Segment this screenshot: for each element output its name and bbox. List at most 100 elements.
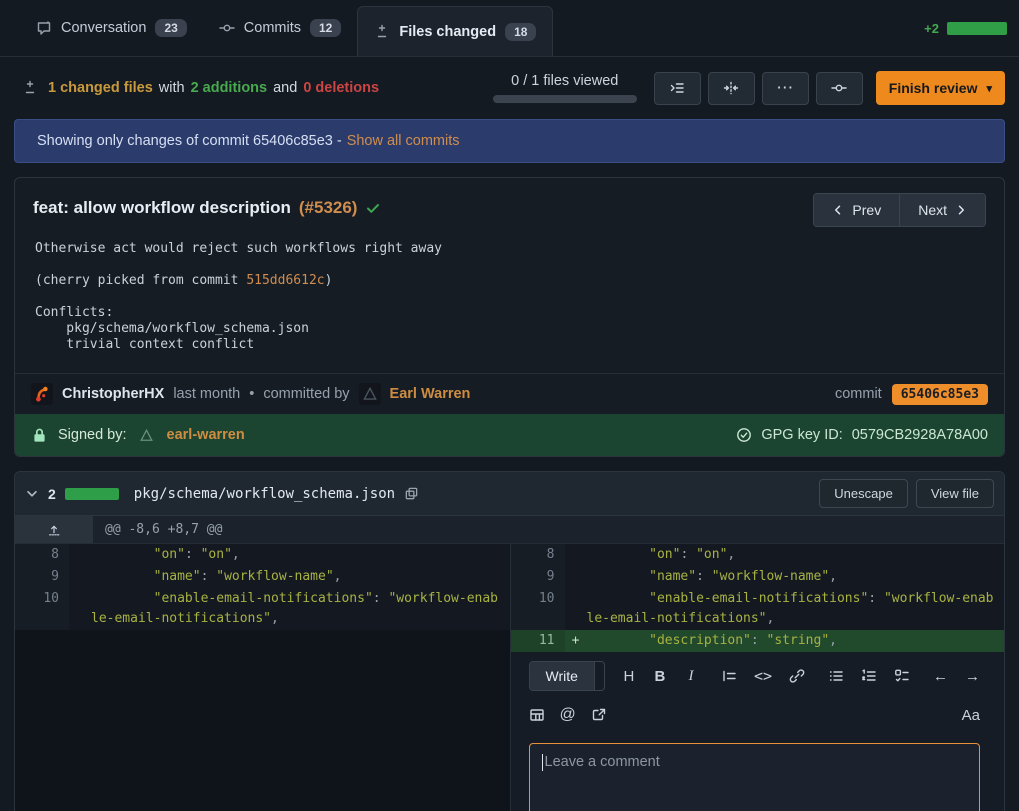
diff-line-context: 9 "name": "workflow-name", xyxy=(15,566,510,588)
tab-count-badge: 12 xyxy=(310,19,341,37)
author-name-link[interactable]: ChristopherHX xyxy=(62,386,164,402)
indent-arrow-icon[interactable]: → xyxy=(965,668,980,685)
code-icon[interactable]: <> xyxy=(754,667,772,685)
comment-placeholder: Leave a comment xyxy=(545,754,660,770)
code-text: "enable-email-notifications": "workflow-… xyxy=(91,588,510,630)
code-text xyxy=(91,630,510,652)
table-icon[interactable] xyxy=(529,707,545,723)
show-all-commits-link[interactable]: Show all commits xyxy=(347,133,460,149)
unescape-button[interactable]: Unescape xyxy=(819,479,908,508)
tab-commits[interactable]: Commits 12 xyxy=(203,0,358,56)
diff-line-context: 8 "on": "on", xyxy=(15,544,510,566)
files-viewed-label: 0 / 1 files viewed xyxy=(493,73,637,89)
committed-by-label: committed by xyxy=(263,386,349,402)
file-tree-toggle-button[interactable] xyxy=(654,72,701,105)
cherry-pick-commit-link[interactable]: 515dd6612c xyxy=(246,273,324,288)
changed-files-link[interactable]: 1 changed files xyxy=(48,80,153,96)
code-text: "on": "on", xyxy=(587,544,1005,566)
tab-count-badge: 23 xyxy=(155,19,186,37)
committer-avatar[interactable] xyxy=(359,383,381,405)
line-number[interactable]: 10 xyxy=(15,588,69,630)
line-number[interactable]: 9 xyxy=(15,566,69,588)
bold-icon[interactable]: B xyxy=(653,668,667,685)
stats-text: with xyxy=(159,80,185,96)
quote-icon[interactable] xyxy=(721,668,737,684)
expand-hunk-button[interactable] xyxy=(15,516,93,543)
file-diff-box: 2 pkg/schema/workflow_schema.json Unesca… xyxy=(14,471,1005,811)
deletions-text: 0 deletions xyxy=(303,80,379,96)
code-text: "on": "on", xyxy=(91,544,510,566)
tab-count-badge: 18 xyxy=(505,23,536,41)
finish-review-label: Finish review xyxy=(889,80,978,96)
line-number[interactable]: 8 xyxy=(15,544,69,566)
view-file-button[interactable]: View file xyxy=(916,479,994,508)
prev-label: Prev xyxy=(852,202,881,218)
text-cursor xyxy=(542,754,543,771)
diff-table: 8 "on": "on",8 "on": "on",9 "name": "wor… xyxy=(15,544,1004,652)
outdent-arrow-icon[interactable]: ← xyxy=(933,668,948,685)
commit-hash-badge[interactable]: 65406c85e3 xyxy=(892,384,988,405)
line-number[interactable]: 10 xyxy=(511,588,565,630)
tab-conversation[interactable]: Conversation 23 xyxy=(20,0,203,56)
ordered-list-icon[interactable] xyxy=(861,668,877,684)
diff-sign xyxy=(565,566,587,588)
ci-success-icon[interactable] xyxy=(365,200,381,216)
commit-message-line: (cherry picked from commit xyxy=(35,273,246,288)
diff-view-toggle-button[interactable] xyxy=(708,72,755,105)
issue-ref-link[interactable]: (#5326) xyxy=(299,198,358,218)
collapse-file-icon[interactable] xyxy=(25,487,39,501)
lock-icon xyxy=(31,427,48,444)
preview-tab[interactable]: Preview xyxy=(595,662,605,690)
diff-stat-bar xyxy=(947,22,1007,35)
tab-files-changed[interactable]: Files changed 18 xyxy=(357,6,553,56)
additions-count: +2 xyxy=(924,21,939,36)
editor-mode-tabs: Write Preview xyxy=(529,661,605,691)
italic-icon[interactable]: I xyxy=(684,668,698,685)
finish-review-button[interactable]: Finish review ▾ xyxy=(876,71,1005,105)
file-name[interactable]: pkg/schema/workflow_schema.json xyxy=(134,486,395,502)
file-diff-stat-bar xyxy=(65,488,119,500)
chevron-right-icon xyxy=(955,204,967,216)
inline-comment-row: Write Preview H B I <> ← → xyxy=(15,652,1004,811)
stats-text: and xyxy=(273,80,297,96)
line-number[interactable]: 9 xyxy=(511,566,565,588)
unordered-list-icon[interactable] xyxy=(828,668,844,684)
signer-avatar[interactable] xyxy=(137,425,157,445)
tab-label: Files changed xyxy=(399,24,496,40)
diff-empty-cell xyxy=(15,652,510,811)
prev-commit-button[interactable]: Prev xyxy=(814,194,899,226)
next-commit-button[interactable]: Next xyxy=(899,194,985,226)
diff-line-context: 9 "name": "workflow-name", xyxy=(510,566,1005,588)
gpg-key-value: 0579CB2928A78A00 xyxy=(852,427,988,443)
line-number[interactable] xyxy=(15,630,69,652)
link-icon[interactable] xyxy=(789,668,805,684)
commit-time: last month xyxy=(173,386,240,402)
tab-label: Conversation xyxy=(61,20,146,36)
diff-sign xyxy=(69,544,91,566)
commit-select-button[interactable] xyxy=(816,72,863,105)
commit-message: Otherwise act would reject such workflow… xyxy=(15,231,1004,373)
line-number[interactable]: 8 xyxy=(511,544,565,566)
write-tab[interactable]: Write xyxy=(530,662,595,690)
copy-file-path-icon[interactable] xyxy=(404,486,419,501)
line-number[interactable]: 11 xyxy=(511,630,565,652)
signer-name-link[interactable]: earl-warren xyxy=(167,427,245,443)
code-text: "enable-email-notifications": "workflow-… xyxy=(587,588,1005,630)
signed-by-row: Signed by: earl-warren GPG key ID: 0579C… xyxy=(15,414,1004,456)
commit-message-line: Otherwise act would reject such workflow… xyxy=(35,241,442,256)
comment-input[interactable]: Leave a comment xyxy=(529,743,981,811)
committer-name-link[interactable]: Earl Warren xyxy=(390,386,471,402)
task-list-icon[interactable] xyxy=(894,668,910,684)
chevron-left-icon xyxy=(832,204,844,216)
hunk-header-text: @@ -8,6 +8,7 @@ xyxy=(93,516,234,543)
more-options-button[interactable]: ⋯ xyxy=(762,72,809,105)
diff-empty-cell xyxy=(15,630,510,652)
commit-author-row: ChristopherHX last month • committed by … xyxy=(15,373,1004,414)
font-size-toggle[interactable]: Aa xyxy=(962,707,980,724)
reference-icon[interactable] xyxy=(591,707,607,723)
diff-sign: + xyxy=(565,630,587,652)
commit-title: feat: allow workflow description (#5326) xyxy=(33,193,381,218)
author-avatar[interactable] xyxy=(31,383,53,405)
mention-icon[interactable]: @ xyxy=(560,706,576,724)
heading-icon[interactable]: H xyxy=(622,668,636,685)
